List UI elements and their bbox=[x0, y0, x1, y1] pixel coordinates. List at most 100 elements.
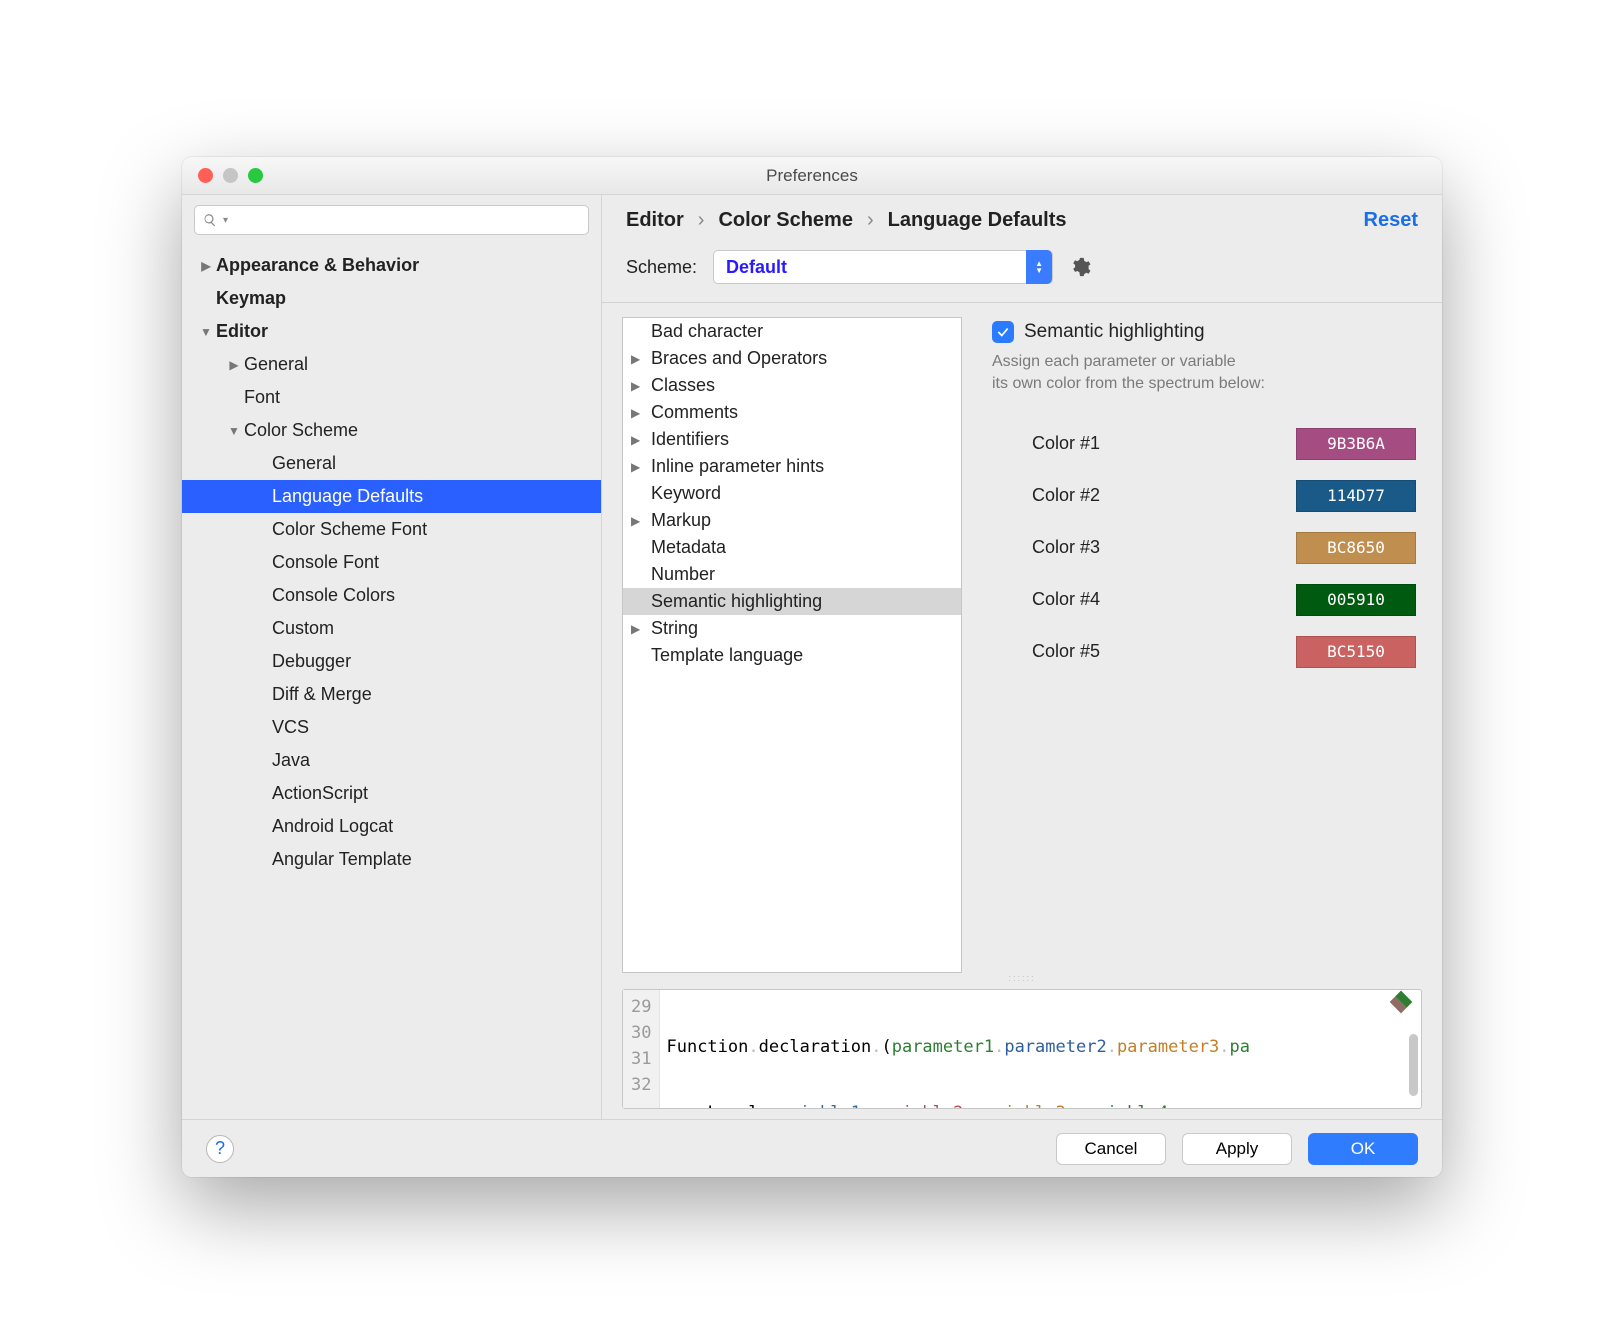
code-area: Function.declaration.(parameter1.paramet… bbox=[660, 990, 1421, 1108]
preview-scrollbar[interactable] bbox=[1409, 1034, 1418, 1096]
category-item[interactable]: Keyword bbox=[623, 480, 961, 507]
sidebar: ▾ ▶Appearance & BehaviorKeymap▼Editor▶Ge… bbox=[182, 195, 602, 1119]
sidebar-item[interactable]: Debugger bbox=[182, 645, 601, 678]
search-input[interactable]: ▾ bbox=[194, 205, 589, 235]
color-swatch[interactable]: 114D77 bbox=[1296, 480, 1416, 512]
titlebar: Preferences bbox=[182, 157, 1442, 195]
chevron-right-icon: ▶ bbox=[631, 460, 651, 474]
sidebar-item[interactable]: ▼Color Scheme bbox=[182, 414, 601, 447]
chevron-right-icon: ▶ bbox=[224, 358, 244, 372]
apply-button[interactable]: Apply bbox=[1182, 1133, 1292, 1165]
category-label: Metadata bbox=[651, 537, 726, 558]
code-preview: 29 30 31 32 Function.declaration.(parame… bbox=[622, 989, 1422, 1109]
scheme-label: Scheme: bbox=[626, 257, 697, 278]
category-item[interactable]: Semantic highlighting bbox=[623, 588, 961, 615]
category-label: Keyword bbox=[651, 483, 721, 504]
sidebar-item[interactable]: Font bbox=[182, 381, 601, 414]
category-item[interactable]: Metadata bbox=[623, 534, 961, 561]
breadcrumb-language-defaults: Language Defaults bbox=[888, 209, 1067, 232]
category-item[interactable]: Number bbox=[623, 561, 961, 588]
semantic-highlighting-checkbox[interactable] bbox=[992, 321, 1014, 343]
category-item[interactable]: ▶Comments bbox=[623, 399, 961, 426]
breadcrumb-editor[interactable]: Editor bbox=[626, 209, 684, 232]
help-button[interactable]: ? bbox=[206, 1135, 234, 1163]
category-label: Number bbox=[651, 564, 715, 585]
category-item[interactable]: Bad character bbox=[623, 318, 961, 345]
sidebar-item[interactable]: VCS bbox=[182, 711, 601, 744]
category-item[interactable]: Template language bbox=[623, 642, 961, 669]
sidebar-item[interactable]: Console Font bbox=[182, 546, 601, 579]
sidebar-item[interactable]: Diff & Merge bbox=[182, 678, 601, 711]
sidebar-item-label: VCS bbox=[272, 717, 309, 738]
sidebar-item[interactable]: Console Colors bbox=[182, 579, 601, 612]
color-swatch[interactable]: BC5150 bbox=[1296, 636, 1416, 668]
category-label: Bad character bbox=[651, 321, 763, 342]
sidebar-item[interactable]: General bbox=[182, 447, 601, 480]
splitter-grip[interactable]: :::::: bbox=[622, 973, 1422, 983]
sidebar-item[interactable]: Angular Template bbox=[182, 843, 601, 876]
color-swatch[interactable]: BC8650 bbox=[1296, 532, 1416, 564]
settings-tree: ▶Appearance & BehaviorKeymap▼Editor▶Gene… bbox=[182, 243, 601, 1119]
color-row: Color #5BC5150 bbox=[992, 626, 1422, 678]
reset-button[interactable]: Reset bbox=[1364, 209, 1418, 232]
sidebar-item-label: Language Defaults bbox=[272, 486, 423, 507]
color-row: Color #1 9B3B6A bbox=[992, 418, 1422, 470]
category-item[interactable]: ▶String bbox=[623, 615, 961, 642]
sidebar-item[interactable]: ▶Appearance & Behavior bbox=[182, 249, 601, 282]
cancel-button[interactable]: Cancel bbox=[1056, 1133, 1166, 1165]
scheme-select[interactable]: Default ▲▼ bbox=[713, 250, 1053, 284]
dropdown-icon: ▲▼ bbox=[1026, 250, 1052, 284]
ok-button[interactable]: OK bbox=[1308, 1133, 1418, 1165]
sidebar-item[interactable]: Android Logcat bbox=[182, 810, 601, 843]
sidebar-item-label: Color Scheme bbox=[244, 420, 358, 441]
sidebar-item-label: General bbox=[244, 354, 308, 375]
category-label: Inline parameter hints bbox=[651, 456, 824, 477]
sidebar-item[interactable]: Java bbox=[182, 744, 601, 777]
sidebar-item-label: Diff & Merge bbox=[272, 684, 372, 705]
color-row: Color #3 BC8650 bbox=[992, 522, 1422, 574]
color-label: Color #4 bbox=[1032, 589, 1100, 610]
sidebar-item[interactable]: Language Defaults bbox=[182, 480, 601, 513]
sidebar-item-label: Appearance & Behavior bbox=[216, 255, 419, 276]
sidebar-item[interactable]: ▼Editor bbox=[182, 315, 601, 348]
chevron-right-icon: ▶ bbox=[631, 379, 651, 393]
sidebar-item-label: Editor bbox=[216, 321, 268, 342]
sidebar-item[interactable]: Keymap bbox=[182, 282, 601, 315]
sidebar-item[interactable]: ActionScript bbox=[182, 777, 601, 810]
sidebar-item[interactable]: Custom bbox=[182, 612, 601, 645]
color-label: Color #1 bbox=[1032, 433, 1100, 454]
breadcrumb-color-scheme[interactable]: Color Scheme bbox=[718, 209, 852, 232]
category-list[interactable]: Bad character ▶Braces and Operators▶Class… bbox=[622, 317, 962, 973]
semantic-hint: Assign each parameter or variable its ow… bbox=[992, 351, 1422, 396]
sidebar-item-label: Android Logcat bbox=[272, 816, 393, 837]
color-label: Color #3 bbox=[1032, 537, 1100, 558]
category-item[interactable]: ▶Classes bbox=[623, 372, 961, 399]
gear-icon[interactable] bbox=[1069, 256, 1091, 278]
sidebar-item-label: General bbox=[272, 453, 336, 474]
color-row: Color #2 114D77 bbox=[992, 470, 1422, 522]
chevron-right-icon: ▶ bbox=[631, 406, 651, 420]
sidebar-item-label: Console Font bbox=[272, 552, 379, 573]
category-item[interactable]: ▶Braces and Operators bbox=[623, 345, 961, 372]
category-label: String bbox=[651, 618, 698, 639]
chevron-right-icon: ▶ bbox=[631, 622, 651, 636]
sidebar-item-label: Console Colors bbox=[272, 585, 395, 606]
category-label: Markup bbox=[651, 510, 711, 531]
color-row: Color #4 005910 bbox=[992, 574, 1422, 626]
category-label: Identifiers bbox=[651, 429, 729, 450]
sidebar-item-label: Java bbox=[272, 750, 310, 771]
sidebar-item-label: Color Scheme Font bbox=[272, 519, 427, 540]
sidebar-item-label: Keymap bbox=[216, 288, 286, 309]
sidebar-item[interactable]: ▶General bbox=[182, 348, 601, 381]
category-item[interactable]: ▶Identifiers bbox=[623, 426, 961, 453]
category-item[interactable]: ▶Inline parameter hints bbox=[623, 453, 961, 480]
search-dropdown-icon[interactable]: ▾ bbox=[223, 215, 228, 226]
sidebar-item[interactable]: Color Scheme Font bbox=[182, 513, 601, 546]
color-swatch[interactable]: 9B3B6A bbox=[1296, 428, 1416, 460]
chevron-right-icon: ▶ bbox=[631, 433, 651, 447]
color-label: Color #2 bbox=[1032, 485, 1100, 506]
category-item[interactable]: ▶Markup bbox=[623, 507, 961, 534]
preferences-window: Preferences ▾ ▶Appearance & BehaviorKeym… bbox=[182, 157, 1442, 1177]
color-swatch[interactable]: 005910 bbox=[1296, 584, 1416, 616]
window-title: Preferences bbox=[182, 166, 1442, 186]
